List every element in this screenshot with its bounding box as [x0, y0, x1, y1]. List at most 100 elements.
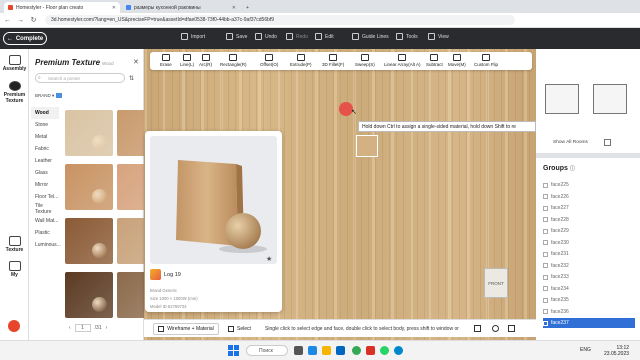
tool-custom-flip[interactable]: Custom Flip [474, 54, 498, 67]
category-item[interactable]: Mirror [31, 179, 59, 191]
tool-extrude-p[interactable]: Extrude(P) [290, 54, 312, 67]
rail-premium-texture[interactable]: Premium Texture [0, 81, 29, 104]
tool-offset-o[interactable]: Offset(O) [260, 54, 278, 67]
import-button[interactable]: Import [181, 33, 205, 40]
group-item[interactable]: face228 [543, 215, 635, 225]
edge-icon[interactable] [308, 346, 317, 355]
tool-linear-array-alt-a[interactable]: Linear Array(Alt A) [384, 54, 421, 67]
favorite-star-icon[interactable]: ★ [266, 255, 272, 263]
tool-arc-r[interactable]: Arc(R) [199, 54, 212, 67]
view-cube[interactable]: FRONT [484, 268, 508, 298]
next-page-icon[interactable]: › [106, 325, 108, 331]
telegram-icon[interactable] [394, 346, 403, 355]
group-item[interactable]: face233 [543, 272, 635, 282]
sort-icon[interactable]: ⇅ [129, 75, 134, 82]
store-icon[interactable] [336, 346, 345, 355]
back-icon[interactable]: ← [2, 15, 13, 26]
task-view-icon[interactable] [294, 346, 303, 355]
view-button[interactable]: View [428, 33, 449, 40]
texture-thumbnail[interactable] [65, 164, 113, 210]
rail-my[interactable]: My [0, 261, 29, 278]
close-tab-icon[interactable]: ✕ [109, 5, 116, 11]
browser-tab-search[interactable]: размеры кухонной раковины ✕ [122, 2, 240, 13]
select-button[interactable]: Select [228, 323, 251, 335]
new-tab-button[interactable]: + [242, 2, 254, 13]
category-item[interactable]: Fabric [31, 143, 59, 155]
language-indicator[interactable]: ENG [580, 347, 591, 353]
fullscreen-icon[interactable] [508, 325, 515, 332]
category-item[interactable]: Wood [31, 107, 59, 119]
forward-icon[interactable]: → [15, 15, 26, 26]
view-thumbnail-2[interactable] [593, 84, 627, 114]
group-item[interactable]: face234 [543, 284, 635, 294]
tool-rectangle-r[interactable]: Rectangle(R) [220, 54, 247, 67]
group-item[interactable]: face229 [543, 226, 635, 236]
close-tab-icon[interactable]: ✕ [229, 5, 236, 11]
checkbox-icon[interactable] [543, 205, 548, 211]
camera-icon[interactable] [492, 325, 499, 332]
checkbox-icon[interactable] [543, 217, 548, 222]
tool-subtract[interactable]: Subtract [426, 54, 443, 67]
group-item[interactable]: face236 [543, 307, 635, 317]
url-field[interactable]: 3d.homestyler.com/?lang=en_US&preciseFP=… [45, 15, 515, 25]
checkbox-icon[interactable] [543, 240, 548, 245]
texture-thumbnail[interactable] [65, 110, 113, 156]
category-item[interactable]: Plastic [31, 227, 59, 239]
checkbox-icon[interactable] [543, 320, 548, 326]
save-button[interactable]: Save [226, 33, 247, 40]
checkbox-icon[interactable] [543, 228, 548, 234]
checkbox-icon[interactable] [543, 194, 548, 199]
checkbox-icon[interactable] [543, 297, 548, 303]
guide-lines-button[interactable]: Guide Lines [352, 33, 389, 40]
texture-thumbnail[interactable] [65, 218, 113, 264]
checkbox-icon[interactable] [543, 286, 548, 291]
group-item[interactable]: face227 [543, 203, 635, 213]
texture-search-input[interactable]: Search a preset [35, 73, 125, 83]
group-item[interactable]: face230 [543, 238, 635, 248]
checkbox-icon[interactable] [543, 309, 548, 314]
app-icon[interactable] [366, 346, 375, 355]
category-item[interactable]: Leather [31, 155, 59, 167]
checkbox-icon[interactable] [543, 251, 548, 257]
tool-erase[interactable]: Erase [160, 54, 172, 67]
browser-tab-homestyler[interactable]: Homestyler - Floor plan creato ✕ [4, 2, 120, 13]
category-item[interactable]: Luminous... [31, 239, 61, 251]
windows-start-icon[interactable] [228, 345, 239, 356]
expand-icon[interactable] [604, 139, 611, 146]
brand-filter[interactable]: BRAND ▾ [35, 93, 62, 99]
tool-move-m[interactable]: Move(M) [448, 54, 466, 67]
redo-button[interactable]: Redo [286, 33, 308, 40]
category-item[interactable]: Stone [31, 119, 59, 131]
category-item[interactable]: Metal [31, 131, 59, 143]
group-item[interactable]: face232 [543, 261, 635, 271]
tool-3d-fillet-f[interactable]: 3D Fillet(F) [322, 54, 344, 67]
rail-assembly[interactable]: Assembly [0, 55, 29, 72]
checkbox-icon[interactable] [543, 274, 548, 280]
tools-button[interactable]: Tools [396, 33, 418, 40]
group-item[interactable]: face225 [543, 180, 635, 190]
texture-thumbnail[interactable] [65, 272, 113, 318]
group-item[interactable]: face231 [543, 249, 635, 259]
group-item[interactable]: face226 [543, 192, 635, 202]
system-clock[interactable]: 13:12 23.05.2023 [604, 345, 629, 357]
show-all-rooms-button[interactable]: Show All Rooms [553, 140, 588, 145]
category-item[interactable]: Wall Mat... [31, 215, 59, 227]
avatar[interactable] [8, 320, 20, 332]
edit-button[interactable]: Edit [315, 33, 334, 40]
tool-sweep-s[interactable]: Sweep(S) [355, 54, 375, 67]
cube-view-icon[interactable] [474, 325, 481, 332]
undo-button[interactable]: Undo [255, 33, 277, 40]
page-input[interactable]: 1 [74, 324, 91, 332]
rail-texture[interactable]: Texture [0, 236, 29, 253]
view-thumbnail-1[interactable] [545, 84, 579, 114]
close-panel-icon[interactable]: ✕ [133, 58, 139, 66]
category-item[interactable]: Tile Texture [31, 203, 59, 215]
checkbox-icon[interactable] [543, 182, 548, 188]
prev-page-icon[interactable]: ‹ [69, 325, 71, 331]
whatsapp-icon[interactable] [380, 346, 389, 355]
category-item[interactable]: Glass [31, 167, 59, 179]
wireframe-material-button[interactable]: Wireframe + Material [153, 323, 219, 335]
group-item[interactable]: face235 [543, 295, 635, 305]
checkbox-icon[interactable] [543, 263, 548, 268]
reload-icon[interactable]: ↻ [28, 15, 39, 26]
